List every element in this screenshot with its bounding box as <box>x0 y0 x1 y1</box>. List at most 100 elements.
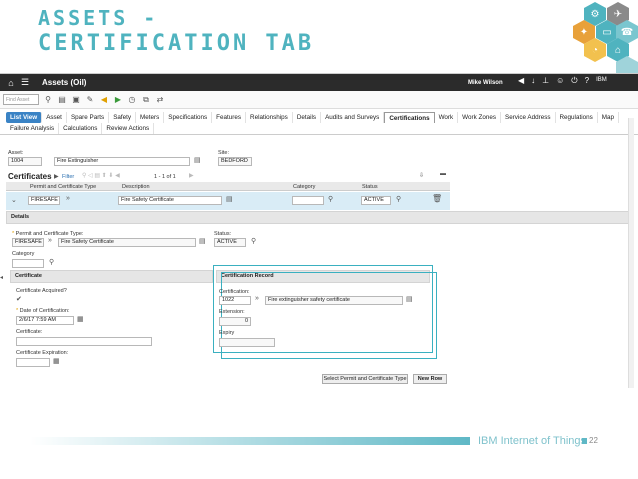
tab-relationships[interactable]: Relationships <box>246 112 293 123</box>
slide-title-line1: Assets - <box>38 6 159 30</box>
certificate-field[interactable] <box>16 337 152 346</box>
long-description-icon[interactable]: ▤ <box>226 195 233 203</box>
chevron-down-icon[interactable]: ⌄ <box>11 196 17 204</box>
long-description-icon[interactable]: ▤ <box>406 295 413 303</box>
pagination-text: 1 - 1 of 1 <box>154 174 176 180</box>
row-description-field[interactable]: Fire Safety Certificate <box>118 196 222 205</box>
long-description-icon[interactable]: ▤ <box>194 156 201 164</box>
tab-list-view[interactable]: List View <box>6 112 43 123</box>
asset-field[interactable]: 1004 <box>8 157 42 166</box>
new-record-icon[interactable]: ▤ <box>57 95 67 105</box>
row-type-field[interactable]: FIRESAFE <box>28 196 60 205</box>
asset-description-field[interactable]: Fire Extinguisher <box>54 157 190 166</box>
next-icon[interactable]: ▶ <box>113 95 123 105</box>
certificate-expiration-field[interactable] <box>16 358 50 367</box>
bulletin-icon[interactable]: ◀ <box>518 76 524 86</box>
search-icon[interactable]: ⚲ <box>396 195 401 203</box>
row-status-field[interactable]: ACTIVE <box>361 196 391 205</box>
table-nav-icons: ⚲ ◁ ▤ ⬆ ⬇ ◀ <box>82 173 120 179</box>
move-icon[interactable]: ⇄ <box>155 95 165 105</box>
tab-features[interactable]: Features <box>212 112 247 123</box>
scrollbar[interactable] <box>628 118 634 388</box>
tab-audits-surveys[interactable]: Audits and Surveys <box>321 112 385 123</box>
detail-menu-icon[interactable]: » <box>48 237 52 244</box>
extension-label: Extension: <box>219 309 245 315</box>
app-title: Assets (Oil) <box>42 78 87 87</box>
details-section-header: Details <box>6 211 632 224</box>
menu-icon[interactable]: ☰ <box>18 77 32 88</box>
search-icon[interactable]: ⚲ <box>49 258 54 266</box>
save-icon[interactable]: ▣ <box>71 95 81 105</box>
tab-specifications[interactable]: Specifications <box>164 112 213 123</box>
status-label: Status: <box>214 231 232 237</box>
search-icon[interactable]: ⚲ <box>251 237 256 245</box>
reports-icon[interactable]: ⊥ <box>542 76 549 86</box>
tab-review-actions[interactable]: Review Actions <box>102 123 155 134</box>
goto-icon[interactable]: ↓ <box>531 76 535 86</box>
side-collapse-icon[interactable]: ◂ <box>0 274 3 281</box>
row-category-field[interactable] <box>292 196 324 205</box>
detail-menu-icon[interactable]: » <box>66 195 70 202</box>
tab-details[interactable]: Details <box>293 112 322 123</box>
detail-menu-icon[interactable]: » <box>255 295 259 302</box>
next-page-icon[interactable]: ▶ <box>189 172 194 179</box>
history-icon[interactable]: ◷ <box>127 95 137 105</box>
permit-description-field[interactable]: Fire Safety Certificate <box>58 238 196 247</box>
table-row[interactable]: ⌄ FIRESAFE » Fire Safety Certificate ▤ ⚲… <box>6 192 450 210</box>
profile-icon[interactable]: ☺ <box>556 76 564 86</box>
status-field[interactable]: ACTIVE <box>214 238 246 247</box>
certificate-acquired-checkbox[interactable]: ✔ <box>16 295 22 303</box>
slide-title-line2: Certification Tab <box>38 31 315 56</box>
tab-asset[interactable]: Asset <box>42 112 67 123</box>
filter-icon[interactable]: ▶ <box>54 173 59 180</box>
tab-map[interactable]: Map <box>598 112 620 123</box>
site-field[interactable]: BEDFORD <box>218 157 252 166</box>
tab-certifications[interactable]: Certifications <box>384 112 435 123</box>
calendar-icon[interactable]: ▦ <box>77 315 84 323</box>
date-certification-field[interactable]: 2/6/17 7:59 AM <box>16 316 74 325</box>
certificates-title: Certificates <box>8 172 52 181</box>
certification-field[interactable]: 1022 <box>219 296 251 305</box>
tab-safety[interactable]: Safety <box>109 112 137 123</box>
help-icon[interactable]: ? <box>585 76 589 86</box>
download-icon[interactable]: ⇩ <box>419 172 424 179</box>
home-icon[interactable]: ⌂ <box>4 78 18 88</box>
collapse-icon[interactable]: ▬ <box>440 171 446 177</box>
ibm-logo: IBM <box>596 77 607 83</box>
maximo-app: ⌂ ☰ Assets (Oil) Mike Wilson ◀ ↓ ⊥ ☺ ⏻ ?… <box>0 73 638 433</box>
filter-link[interactable]: Filter <box>62 174 74 180</box>
category-label: Category <box>12 251 35 257</box>
find-asset-input[interactable]: Find Asset <box>3 94 39 105</box>
tab-calculations[interactable]: Calculations <box>59 123 103 134</box>
certification-label: Certification: <box>219 289 250 295</box>
edit-icon[interactable]: ✎ <box>85 95 95 105</box>
calendar-icon[interactable]: ▦ <box>53 357 60 365</box>
long-description-icon[interactable]: ▤ <box>199 237 206 245</box>
trash-icon[interactable]: 🗑 <box>432 194 442 203</box>
tab-failure-analysis[interactable]: Failure Analysis <box>6 123 60 134</box>
tab-service-address[interactable]: Service Address <box>501 112 556 123</box>
select-permit-type-button[interactable]: Select Permit and Certificate Type <box>322 374 408 384</box>
toolbar: Find Asset ⚲ ▤ ▣ ✎ ◀ ▶ ◷ ⧉ ⇄ <box>0 91 638 109</box>
extension-field[interactable]: 0 <box>219 317 251 326</box>
tab-meters[interactable]: Meters <box>136 112 165 123</box>
duplicate-icon[interactable]: ⧉ <box>141 95 151 105</box>
previous-icon[interactable]: ◀ <box>99 95 109 105</box>
site-label: Site: <box>218 150 230 156</box>
tab-work-zones[interactable]: Work Zones <box>458 112 501 123</box>
category-field[interactable] <box>12 259 44 268</box>
certification-description-field[interactable]: Fire extinguisher safety certificate <box>265 296 403 305</box>
signout-icon[interactable]: ⏻ <box>571 76 577 86</box>
expiry-field[interactable] <box>219 338 275 347</box>
col-status: Status <box>362 184 378 190</box>
new-row-button[interactable]: New Row <box>413 374 447 384</box>
tab-regulations[interactable]: Regulations <box>556 112 598 123</box>
permit-type-field[interactable]: FIRESAFE <box>12 238 44 247</box>
search-icon[interactable]: ⚲ <box>328 195 333 203</box>
tab-spare-parts[interactable]: Spare Parts <box>67 112 110 123</box>
search-icon[interactable]: ⚲ <box>43 95 53 105</box>
top-navbar: ⌂ ☰ Assets (Oil) Mike Wilson ◀ ↓ ⊥ ☺ ⏻ ?… <box>0 74 638 91</box>
tab-work[interactable]: Work <box>435 112 459 123</box>
table-header: Permit and Certificate Type Description … <box>6 182 450 191</box>
col-permit-type: Permit and Certificate Type <box>30 184 97 190</box>
